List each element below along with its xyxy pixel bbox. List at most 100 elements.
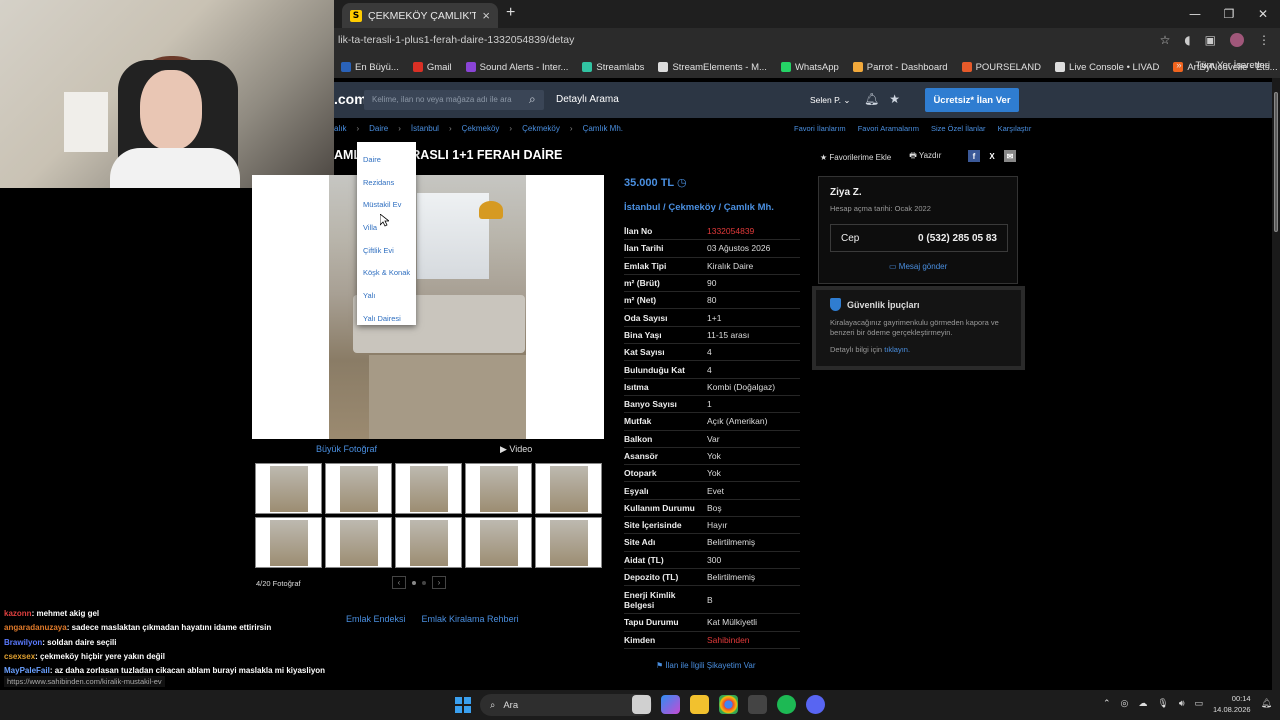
dropdown-item[interactable]: Köşk & Konak — [357, 261, 416, 284]
phone-row[interactable]: Cep 0 (532) 285 05 83 — [830, 224, 1008, 252]
complain-link[interactable]: ⚑ İlan ile İlgili Şikayetim Var — [656, 661, 756, 670]
bookmark-star-icon[interactable]: ☆ — [1160, 33, 1171, 47]
bell-icon[interactable]: 🔔︎ — [864, 92, 879, 106]
print-button[interactable]: 🖶︎ Yazdır — [909, 150, 941, 164]
search-icon[interactable]: ⌕ — [529, 92, 536, 107]
add-favorite-button[interactable]: ★ Favorilerime Ekle — [820, 153, 891, 162]
maximize-icon[interactable]: ❐ — [1212, 0, 1246, 28]
network-icon[interactable]: ▭ — [1195, 699, 1204, 709]
breadcrumb-item[interactable]: Çekmeköy — [462, 124, 500, 133]
photo-thumbnail[interactable] — [535, 517, 602, 568]
menu-kebab-icon[interactable]: ⋮ — [1258, 33, 1270, 47]
tray-app-icon[interactable]: ◎ — [1121, 699, 1129, 709]
facebook-icon[interactable]: f — [968, 150, 980, 162]
browser-tab[interactable]: S ÇEKMEKÖY ÇAMLIK'TA TERASL × — [342, 3, 498, 28]
photo-thumbnail[interactable] — [255, 517, 322, 568]
detailed-search-link[interactable]: Detaylı Arama — [556, 94, 619, 105]
scrollbar[interactable] — [1272, 78, 1280, 690]
top-link[interactable]: Favori Aramalarım — [858, 124, 919, 133]
mail-icon[interactable]: ✉ — [1004, 150, 1016, 162]
task-view-icon[interactable] — [632, 695, 651, 714]
url-text[interactable]: lik-ta-terasli-1-plus1-ferah-daire-13320… — [338, 34, 574, 46]
top-link[interactable]: Favori İlanlarım — [794, 124, 846, 133]
location-district[interactable]: Çekmeköy — [668, 202, 716, 213]
bookmark-item[interactable]: POURSELAND — [955, 62, 1048, 73]
copilot-icon[interactable] — [661, 695, 680, 714]
bookmark-item[interactable]: Parrot - Dashboard — [846, 62, 955, 73]
dropdown-item[interactable]: Yalı — [357, 284, 416, 307]
dropdown-item[interactable]: Daire — [357, 148, 416, 171]
top-link[interactable]: Karşılaştır — [998, 124, 1032, 133]
bookmark-item[interactable]: Streamlabs — [575, 62, 651, 73]
photo-thumbnail[interactable] — [325, 463, 392, 514]
photo-thumbnail[interactable] — [465, 463, 532, 514]
extension-icon[interactable]: ◖ — [1184, 33, 1190, 47]
big-photo-link[interactable]: Büyük Fotoğraf — [316, 444, 377, 454]
prev-page-icon[interactable]: ‹ — [392, 576, 406, 589]
seller-name[interactable]: Ziya Z. — [830, 187, 862, 198]
photo-thumbnail[interactable] — [395, 463, 462, 514]
tray-app-icon[interactable]: ☁ — [1138, 699, 1147, 709]
photo-thumbnail[interactable] — [325, 517, 392, 568]
close-tab-icon[interactable]: × — [482, 9, 490, 22]
chat-username[interactable]: angaradanuzaya — [4, 623, 67, 632]
scrollbar-thumb[interactable] — [1274, 92, 1278, 232]
taskbar-search[interactable]: ⌕ Ara — [480, 694, 652, 716]
notification-bell-icon[interactable]: 🔔︎ — [1261, 699, 1272, 709]
bookmarks-overflow-icon[interactable]: » — [1176, 60, 1181, 71]
send-message-link[interactable]: ▭ Mesaj gönder — [889, 262, 947, 271]
safety-more-link[interactable]: tıklayın. — [884, 345, 910, 354]
breadcrumb-item[interactable]: Çekmeköy — [522, 124, 560, 133]
photo-thumbnail[interactable] — [255, 463, 322, 514]
start-windows-icon[interactable] — [455, 697, 471, 713]
new-tab-icon[interactable]: + — [506, 4, 515, 22]
bookmark-item[interactable]: En Büyü... — [334, 62, 406, 73]
page-dot[interactable] — [412, 580, 416, 585]
star-icon[interactable]: ★ — [889, 92, 900, 106]
file-explorer-icon[interactable] — [690, 695, 709, 714]
tray-chevron-icon[interactable]: ⌃ — [1103, 699, 1111, 709]
bookmark-item[interactable]: Sound Alerts - Inter... — [459, 62, 576, 73]
location-neighborhood[interactable]: Çamlık Mh. — [724, 202, 774, 213]
close-window-icon[interactable]: ✕ — [1246, 0, 1280, 28]
next-page-icon[interactable]: › — [432, 576, 446, 589]
breadcrumb-item[interactable]: Daire — [369, 124, 388, 133]
all-bookmarks-folder[interactable]: Tüm Yer İşaretleri — [1196, 60, 1270, 71]
breadcrumb-item[interactable]: alık — [334, 124, 346, 133]
bookmark-item[interactable]: StreamElements - M... — [651, 62, 774, 73]
phone-number[interactable]: 0 (532) 285 05 83 — [918, 233, 997, 244]
spotify-icon[interactable] — [777, 695, 796, 714]
top-link[interactable]: Size Özel İlanlar — [931, 124, 986, 133]
post-ad-button[interactable]: Ücretsiz* İlan Ver — [925, 88, 1019, 112]
video-link[interactable]: ▶ Video — [500, 444, 532, 455]
address-bar[interactable]: lik-ta-terasli-1-plus1-ferah-daire-13320… — [334, 28, 1280, 56]
dropdown-item[interactable]: Müstakil Ev — [357, 193, 416, 216]
profile-avatar-icon[interactable] — [1230, 33, 1244, 47]
breadcrumb-item[interactable]: Çamlık Mh. — [583, 124, 623, 133]
price-history-icon[interactable]: ◷ — [677, 177, 687, 189]
chat-username[interactable]: csexsex — [4, 652, 35, 661]
clock[interactable]: 00:14 14.08.2026 — [1213, 693, 1251, 715]
dropdown-item[interactable]: Yalı Dairesi — [357, 307, 416, 330]
chat-username[interactable]: kazonn — [4, 609, 32, 618]
breadcrumb-item[interactable]: İstanbul — [411, 124, 439, 133]
photo-thumbnail[interactable] — [535, 463, 602, 514]
photo-thumbnail[interactable] — [465, 517, 532, 568]
bookmark-item[interactable]: WhatsApp — [774, 62, 846, 73]
volume-icon[interactable]: 🔊︎ — [1179, 699, 1185, 709]
emlak-endeksi-link[interactable]: Emlak Endeksi — [346, 614, 406, 624]
microphone-icon[interactable]: 🎙︎ — [1157, 699, 1168, 709]
photo-thumbnail[interactable] — [395, 517, 462, 568]
search-input[interactable]: Kelime, ilan no veya mağaza adı ile ara — [364, 90, 544, 110]
x-icon[interactable]: X — [986, 150, 998, 162]
chat-username[interactable]: MayPaleFail — [4, 666, 50, 675]
kiralama-rehberi-link[interactable]: Emlak Kiralama Rehberi — [422, 614, 519, 624]
minimize-icon[interactable]: — — [1178, 0, 1212, 28]
user-menu[interactable]: Selen P. ⌄ — [810, 95, 851, 106]
dropdown-item[interactable]: Çiftlik Evi — [357, 239, 416, 262]
bookmark-item[interactable]: Live Console • LIVAD — [1048, 62, 1166, 73]
dropdown-item[interactable]: Rezidans — [357, 171, 416, 194]
obs-icon[interactable] — [748, 695, 767, 714]
extensions-puzzle-icon[interactable]: ▣ — [1205, 33, 1216, 47]
page-dot[interactable] — [422, 580, 426, 585]
